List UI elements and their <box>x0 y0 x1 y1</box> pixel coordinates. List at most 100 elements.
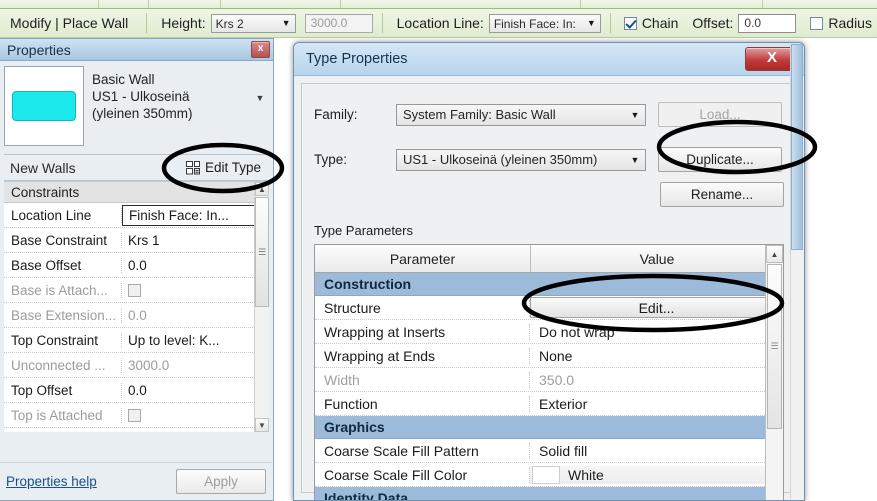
parameter-checkbox[interactable] <box>128 284 141 298</box>
properties-title: Properties <box>7 41 71 58</box>
dialog-body: Family: System Family: Basic Wall ▼ Load… <box>301 83 797 500</box>
ribbon-separator <box>98 0 99 8</box>
chevron-down-icon: ▼ <box>586 18 596 28</box>
parameter-name: Base Extension... <box>4 307 122 323</box>
scroll-thumb[interactable]: ☰ <box>767 264 782 429</box>
type-value: US1 - Ulkoseinä (yleinen 350mm) <box>403 152 598 167</box>
parameter-row[interactable]: Base Offset 0.0 <box>4 253 269 278</box>
parameter-row[interactable]: Top Constraint Up to level: K... <box>4 328 269 353</box>
properties-filter-label[interactable]: New Walls <box>4 160 186 176</box>
wall-preview-swatch <box>12 91 76 121</box>
scroll-up-button[interactable]: ▲ <box>255 182 269 196</box>
ribbon-strip <box>0 0 877 9</box>
parameter-value[interactable]: Edit... <box>530 297 783 318</box>
parameter-value[interactable]: 0.0 <box>122 383 269 398</box>
parameter-name: Base Offset <box>4 257 122 273</box>
parameter-row[interactable]: Base Extension... 0.0 <box>4 303 269 328</box>
close-icon[interactable]: x <box>251 41 270 58</box>
apply-button[interactable]: Apply <box>176 469 266 494</box>
table-row[interactable]: Function Exterior <box>315 392 783 416</box>
table-scrollbar[interactable]: ▲ ☰ <box>765 245 783 500</box>
parameter-value[interactable]: White <box>530 465 783 484</box>
unconnected-height-input[interactable]: 3000.0 <box>304 13 373 33</box>
table-row[interactable]: Structure Edit... <box>315 296 783 320</box>
parameter-value[interactable]: Solid fill <box>530 443 783 459</box>
properties-parameter-grid: Constraints Location Line Finish Face: In… <box>4 181 269 432</box>
load-button[interactable]: Load... <box>658 102 782 127</box>
scroll-thumb[interactable]: ☰ <box>255 197 269 307</box>
dialog-titlebar: Type Properties X <box>294 43 804 76</box>
table-row[interactable]: Wrapping at Inserts Do not wrap <box>315 320 783 344</box>
parameter-row[interactable]: Unconnected ... 3000.0 <box>4 353 269 378</box>
radius-checkbox[interactable] <box>810 16 824 30</box>
parameter-value[interactable]: 0.0 <box>122 308 269 323</box>
parameter-value[interactable]: 3000.0 <box>122 358 269 373</box>
rename-button[interactable]: Rename... <box>660 182 784 207</box>
parameter-group-header[interactable]: Graphics« <box>315 416 783 439</box>
family-row: Family: System Family: Basic Wall ▼ Load… <box>302 102 796 127</box>
parameter-row[interactable]: Top is Attached <box>4 403 269 428</box>
type-dropdown[interactable]: US1 - Ulkoseinä (yleinen 350mm) ▼ <box>396 148 646 171</box>
type-properties-dialog: Type Properties X Family: System Family:… <box>293 42 805 501</box>
properties-help-link[interactable]: Properties help <box>6 474 176 489</box>
duplicate-button[interactable]: Duplicate... <box>658 147 782 172</box>
parameter-value[interactable]: 350.0 <box>530 372 783 388</box>
table-row[interactable]: Coarse Scale Fill Pattern Solid fill <box>315 439 783 463</box>
type-name-label: US1 - Ulkoseinä <box>92 89 190 104</box>
table-rows: Construction«StructureEdit...Wrapping at… <box>315 273 783 500</box>
parameter-name: Top Offset <box>4 382 122 398</box>
table-row[interactable]: Wrapping at Ends None <box>315 344 783 368</box>
edit-type-button[interactable]: Edit Type <box>185 160 269 175</box>
type-selector-card[interactable]: Basic Wall US1 - Ulkoseinä (yleinen 350m… <box>4 65 269 151</box>
chevron-down-icon: ▼ <box>630 154 640 165</box>
parameter-value[interactable]: Do not wrap <box>530 324 783 340</box>
parameter-value[interactable]: Krs 1 <box>122 233 269 248</box>
parameter-value[interactable] <box>122 408 269 423</box>
parameter-value[interactable] <box>122 283 269 298</box>
parameter-value[interactable]: Up to level: K... <box>122 333 269 348</box>
options-separator <box>146 13 148 33</box>
parameter-name: Wrapping at Ends <box>315 347 530 364</box>
ribbon-separator <box>762 0 763 8</box>
chevron-down-icon[interactable]: ▼ <box>251 65 269 103</box>
family-dropdown[interactable]: System Family: Basic Wall ▼ <box>396 103 646 126</box>
options-separator <box>609 13 611 33</box>
table-row[interactable]: Coarse Scale Fill Color White <box>315 463 783 487</box>
scroll-down-button[interactable]: ▼ <box>255 418 269 432</box>
parameter-row[interactable]: Base Constraint Krs 1 <box>4 228 269 253</box>
parameter-group-header[interactable]: Identity Data« <box>315 487 783 500</box>
chain-checkbox[interactable] <box>623 16 637 30</box>
ribbon-separator <box>340 0 341 8</box>
dialog-scroll-thumb[interactable] <box>791 44 803 250</box>
structure-edit-button[interactable]: Edit... <box>530 297 783 318</box>
scroll-up-button[interactable]: ▲ <box>766 245 783 263</box>
parameter-value[interactable]: Exterior <box>530 396 783 412</box>
location-line-dropdown[interactable]: Finish Face: In: ▼ <box>488 13 601 33</box>
parameter-value[interactable]: Finish Face: In... <box>122 204 267 226</box>
parameter-row[interactable]: Top Extension ...0.0 <box>4 428 269 432</box>
parameter-row[interactable]: Top Offset 0.0 <box>4 378 269 403</box>
type-label: Type: <box>314 152 348 167</box>
parameter-value[interactable]: 0.0 <box>122 258 269 273</box>
offset-input[interactable]: 0.0 <box>738 13 797 33</box>
type-parameters-label: Type Parameters <box>314 223 413 238</box>
parameter-value[interactable]: None <box>530 348 783 364</box>
parameter-row[interactable]: Base is Attach... <box>4 278 269 303</box>
table-row[interactable]: Width 350.0 <box>315 368 783 392</box>
parameter-name: Width <box>315 371 530 388</box>
ribbon-separator <box>220 0 221 8</box>
dialog-scrollbar[interactable] <box>790 44 803 499</box>
type-selector-text: Basic Wall US1 - Ulkoseinä (yleinen 350m… <box>84 65 251 122</box>
height-label: Height: <box>161 15 206 31</box>
parameter-group-header[interactable]: Constraints <box>4 182 269 203</box>
dialog-title: Type Properties <box>306 51 408 67</box>
properties-palette: Properties x Basic Wall US1 - Ulkoseinä … <box>0 38 274 501</box>
parameter-checkbox[interactable] <box>128 409 141 423</box>
properties-scrollbar[interactable]: ▲ ☰ ▼ <box>254 182 269 432</box>
height-dropdown[interactable]: Krs 2 ▼ <box>210 13 296 33</box>
type-detail-label: (yleinen 350mm) <box>92 106 193 121</box>
parameter-group-header[interactable]: Construction« <box>315 273 783 296</box>
parameter-name: Top Constraint <box>4 332 122 348</box>
parameter-row[interactable]: Location Line Finish Face: In... <box>4 203 269 228</box>
parameter-name: Unconnected ... <box>4 357 122 373</box>
